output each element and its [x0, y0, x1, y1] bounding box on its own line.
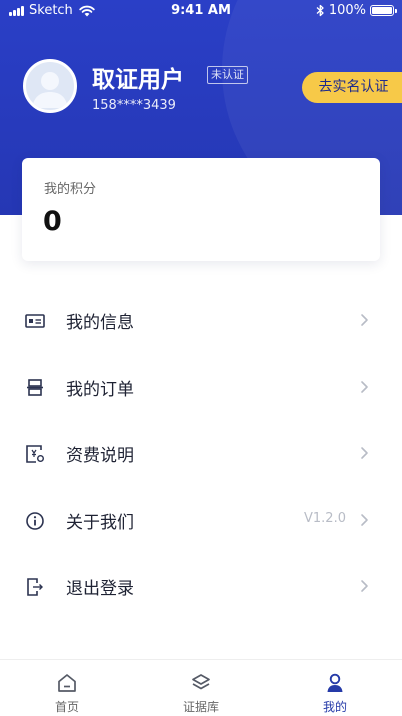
points-label: 我的积分 [44, 182, 97, 197]
id-card-icon [25, 314, 45, 328]
tab-label-home: 首页 [54, 700, 79, 714]
menu-item-logout[interactable]: 退出登录 [0, 553, 402, 620]
chevron-right-icon [361, 380, 368, 393]
chevron-right-icon [361, 513, 368, 526]
battery-percent: 100% [328, 3, 366, 18]
points-card[interactable]: 我的积分 0 [22, 158, 380, 261]
menu-item-fee-info[interactable]: 资费说明 [0, 420, 402, 487]
user-name: 取证用户 [92, 67, 184, 93]
chevron-right-icon [361, 314, 368, 326]
menu-label-about-us: 关于我们 [66, 512, 134, 533]
menu-list: 我的信息 我的订单 资费说明 关于我们 V1.2.0 退出登录 [0, 287, 402, 620]
user-icon [327, 673, 343, 692]
menu-label-logout: 退出登录 [66, 579, 134, 599]
menu-label-fee-info: 资费说明 [66, 446, 134, 466]
app-version: V1.2.0 [304, 510, 346, 526]
home-icon [58, 674, 76, 692]
menu-label-my-info: 我的信息 [66, 313, 134, 333]
status-right: 100% [316, 3, 397, 18]
layers-icon [192, 674, 210, 690]
tab-home[interactable]: 首页 [0, 660, 134, 716]
menu-item-about-us[interactable]: 关于我们 V1.2.0 [0, 487, 402, 554]
real-name-verify-button[interactable]: 去实名认证 [302, 72, 402, 103]
points-value: 0 [43, 206, 62, 237]
chevron-right-icon [361, 447, 368, 459]
chevron-right-icon [361, 580, 368, 592]
status-bar: Sketch 9:41 AM 100% [0, 0, 402, 22]
verify-status-badge: 未认证 [207, 66, 248, 84]
menu-label-my-orders: 我的订单 [66, 379, 134, 400]
bluetooth-icon [316, 4, 324, 17]
fee-icon [26, 445, 44, 463]
menu-item-my-info[interactable]: 我的信息 [0, 287, 402, 354]
tab-label-mine: 我的 [322, 700, 347, 714]
tab-evidence[interactable]: 证据库 [134, 660, 268, 716]
order-icon [27, 378, 43, 396]
logout-icon [27, 578, 43, 596]
battery-icon [370, 5, 397, 16]
avatar-icon [32, 72, 68, 108]
tab-mine[interactable]: 我的 [268, 660, 402, 716]
avatar[interactable] [23, 59, 77, 113]
user-phone: 158****3439 [92, 98, 176, 113]
tab-label-evidence: 证据库 [182, 700, 219, 714]
menu-item-my-orders[interactable]: 我的订单 [0, 354, 402, 421]
info-icon [26, 511, 44, 530]
tab-bar: 首页 证据库 我的 [0, 659, 402, 716]
